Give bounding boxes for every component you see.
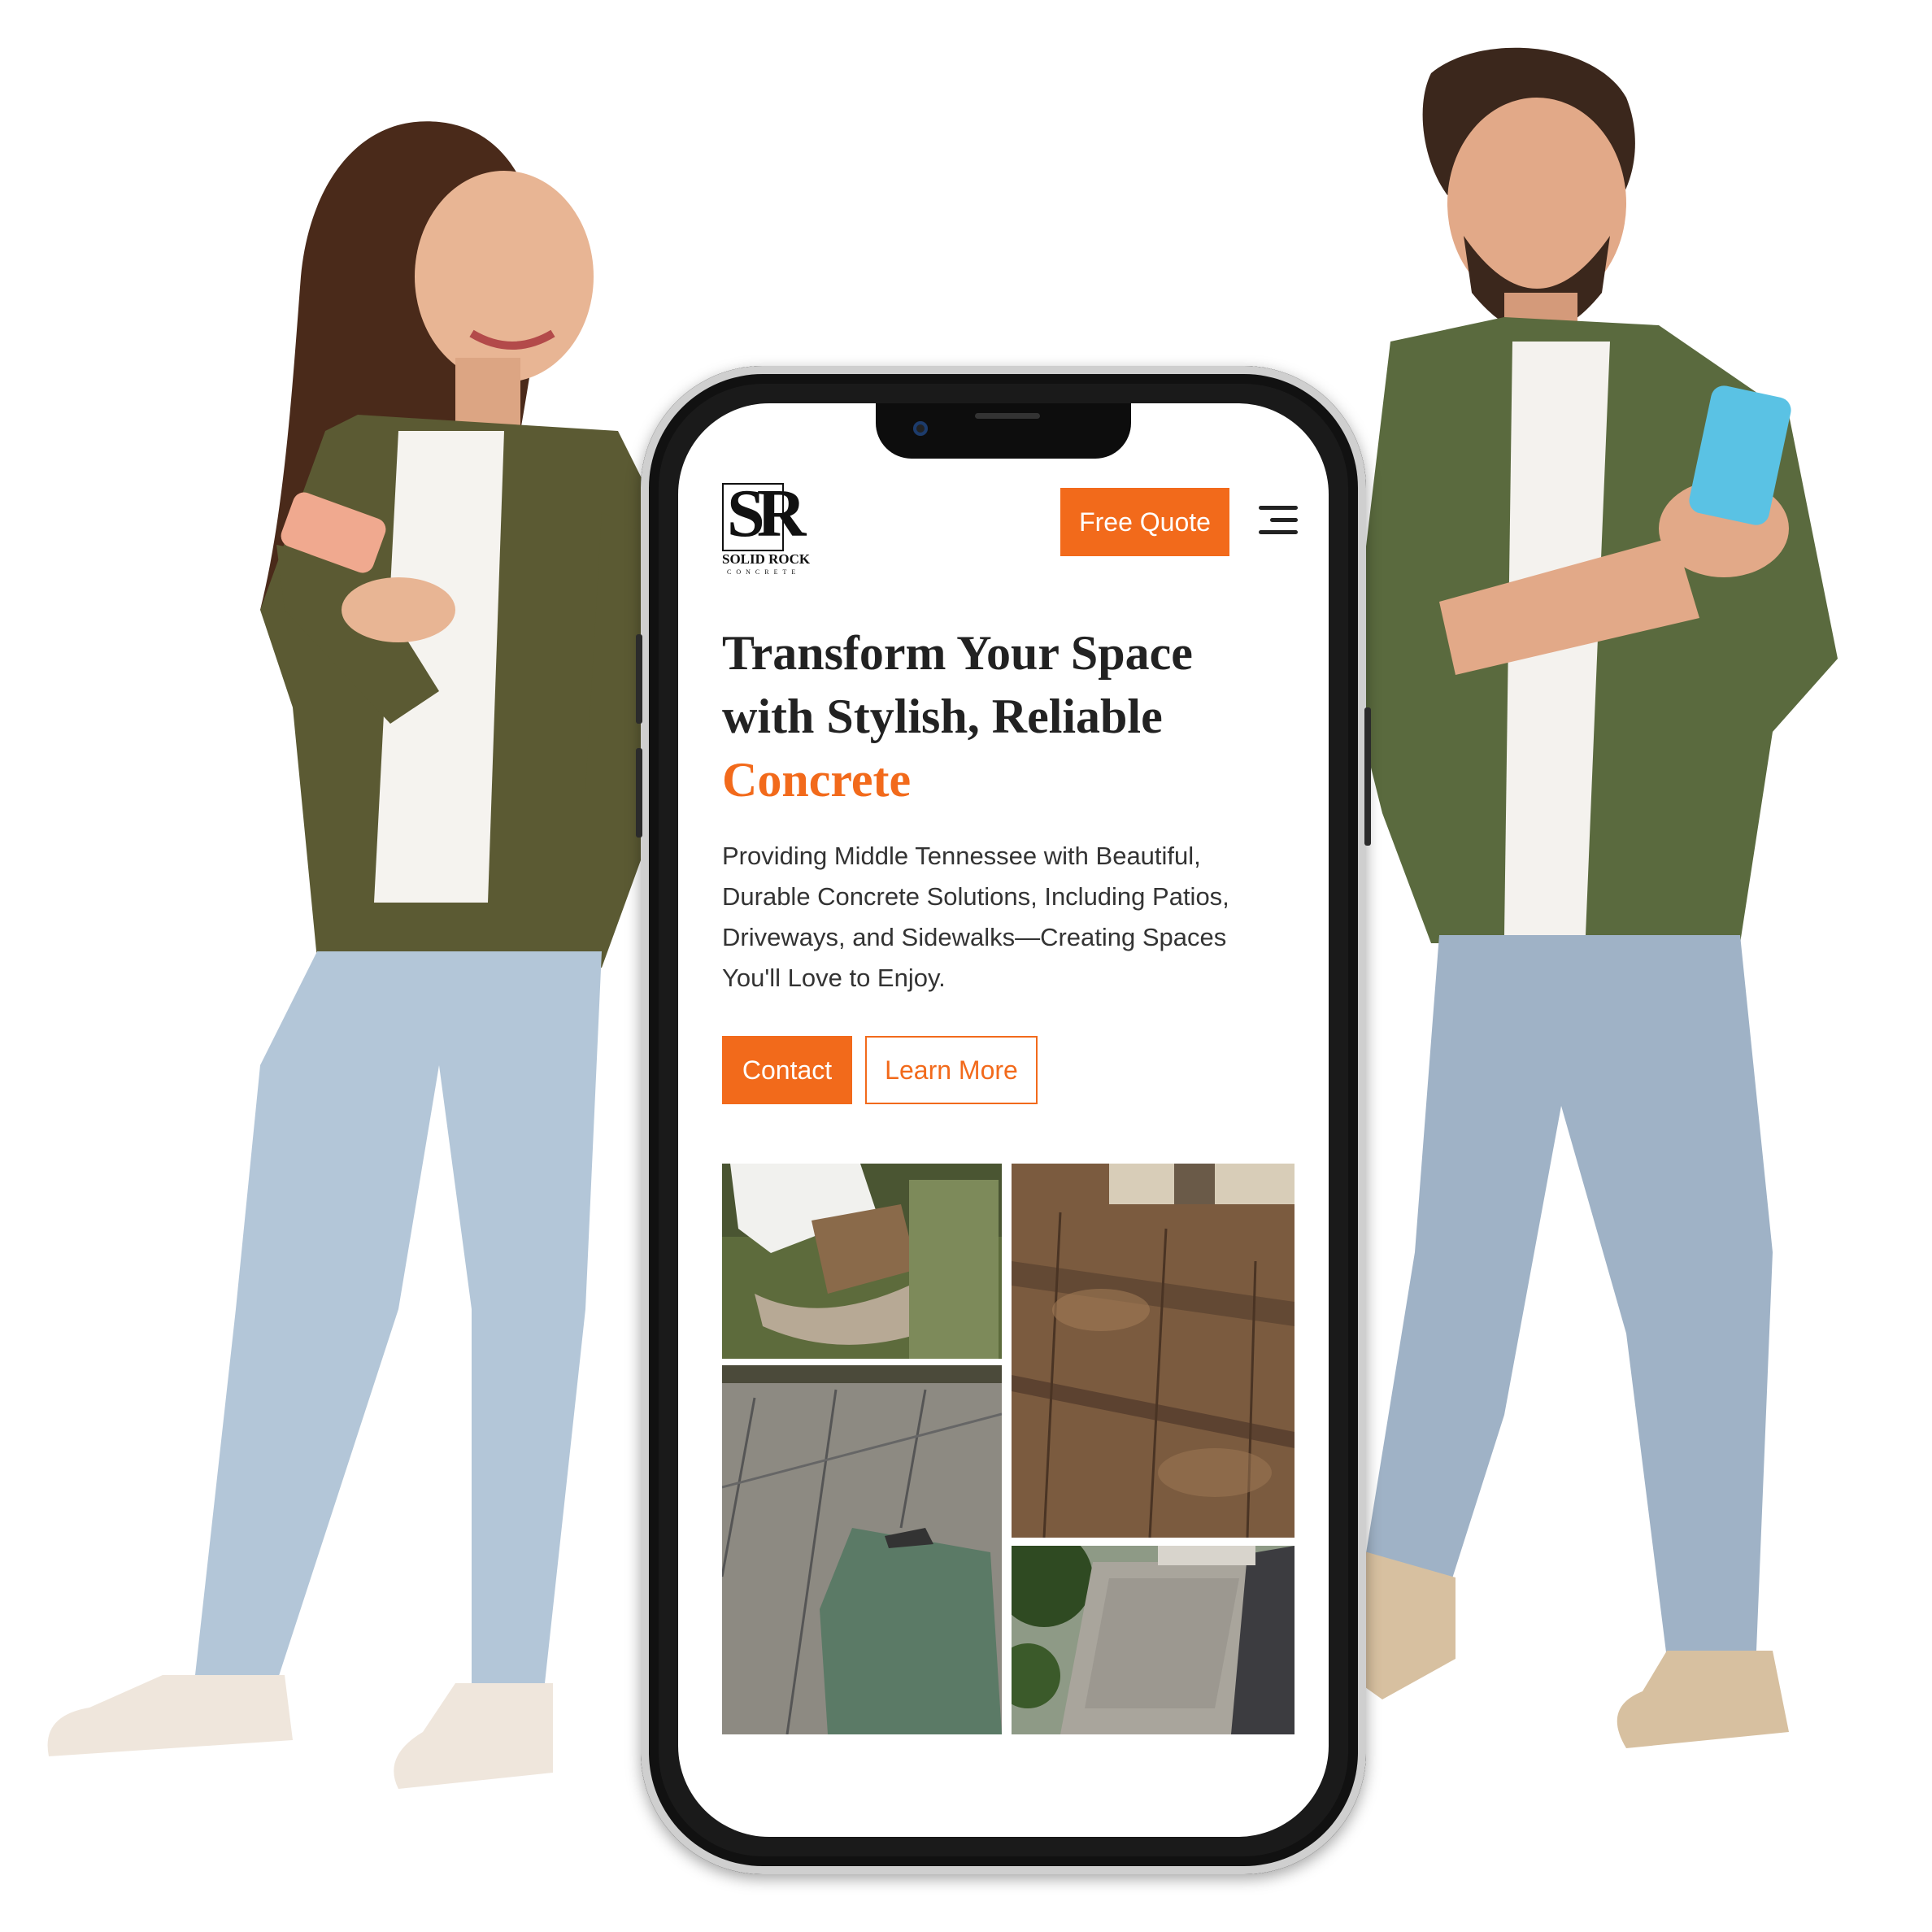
power-button bbox=[1364, 707, 1371, 846]
learn-more-button[interactable]: Learn More bbox=[865, 1036, 1038, 1104]
contact-button[interactable]: Contact bbox=[722, 1036, 852, 1104]
free-quote-button[interactable]: Free Quote bbox=[1060, 488, 1229, 556]
driveway-aerial-photo[interactable] bbox=[1012, 1546, 1295, 1734]
volume-up-button bbox=[636, 634, 642, 724]
hero-title-line1: Transform Your Space bbox=[722, 626, 1193, 680]
man-illustration bbox=[1317, 33, 1903, 1862]
patio-aerial-photo[interactable] bbox=[722, 1164, 1002, 1359]
phone-mockup: SR SOLID ROCK CONCRETE Free Quote Transf… bbox=[636, 366, 1371, 1874]
hero-title: Transform Your Space with Stylish, Relia… bbox=[722, 621, 1291, 812]
site-logo[interactable]: SR SOLID ROCK CONCRETE bbox=[722, 476, 826, 581]
woman-illustration bbox=[16, 89, 732, 1878]
hero-title-line2: with Stylish, Reliable bbox=[722, 690, 1163, 743]
logo-name: SOLID ROCK bbox=[722, 551, 811, 567]
stamped-concrete-mat-photo[interactable] bbox=[722, 1365, 1002, 1734]
logo-letters: SR bbox=[727, 476, 806, 551]
speaker-grille bbox=[975, 413, 1040, 419]
hero-description: Providing Middle Tennessee with Beautifu… bbox=[722, 842, 1229, 992]
camera-icon bbox=[913, 421, 928, 436]
hero-title-accent: Concrete bbox=[722, 753, 912, 807]
stamped-wood-concrete-photo[interactable] bbox=[1012, 1164, 1295, 1538]
phone-screen: SR SOLID ROCK CONCRETE Free Quote Transf… bbox=[678, 403, 1329, 1837]
project-gallery bbox=[722, 1164, 1295, 1734]
phone-notch bbox=[876, 403, 1131, 459]
volume-down-button bbox=[636, 748, 642, 838]
logo-tagline: CONCRETE bbox=[727, 568, 801, 576]
hamburger-icon[interactable] bbox=[1259, 503, 1298, 538]
